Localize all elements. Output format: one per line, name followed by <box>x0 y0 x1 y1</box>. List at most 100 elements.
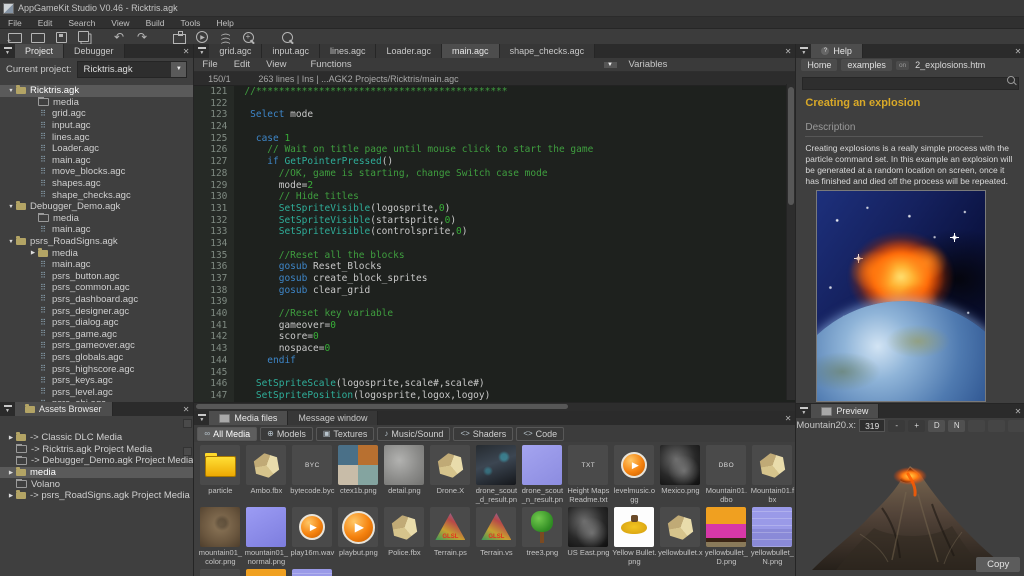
media-item-terrain-ps[interactable]: Terrain.ps <box>427 504 473 566</box>
tree-item-shapes-agc[interactable]: shapes.agc <box>0 178 193 190</box>
preview-d-button[interactable]: D <box>928 420 945 432</box>
search-icon[interactable] <box>277 30 297 45</box>
media-item-mexico-png[interactable]: Mexico.png <box>657 442 703 504</box>
debug-zoom-icon[interactable] <box>238 30 258 45</box>
close-icon[interactable]: ✕ <box>1015 404 1022 418</box>
preview-value[interactable]: 319 <box>859 419 885 432</box>
breadcrumb-home[interactable]: Home <box>801 59 837 71</box>
tree-item-psrs-globals-agc[interactable]: psrs_globals.agc <box>0 352 193 364</box>
media-item[interactable] <box>197 566 243 576</box>
assets-item-classic-dlc-media[interactable]: ▶-> Classic DLC Media <box>0 432 193 444</box>
preview-ghost-button[interactable]: □ <box>968 420 985 432</box>
media-item-terrain-vs[interactable]: Terrain.vs <box>473 504 519 566</box>
media-item-yellow-bullet-png[interactable]: Yellow Bullet.png <box>611 504 657 566</box>
compile-icon[interactable] <box>169 30 189 45</box>
tree-item-media[interactable]: ▶media <box>0 247 193 259</box>
breadcrumb-2-explosions-htm[interactable]: 2_explosions.htm <box>913 59 987 71</box>
close-icon[interactable]: ✕ <box>785 44 792 58</box>
assets-item-ricktris-agk-project-media[interactable]: -> Ricktris.agk Project Media <box>0 444 193 456</box>
tree-item-psrs-designer-agc[interactable]: psrs_designer.agc <box>0 305 193 317</box>
scrollbar-thumb[interactable] <box>788 87 794 205</box>
close-icon[interactable]: ✕ <box>785 411 792 425</box>
panel-menu-icon[interactable] <box>796 44 811 58</box>
menu-build[interactable]: Build <box>138 18 173 28</box>
tree-item-media[interactable]: media <box>0 213 193 225</box>
close-icon[interactable]: ✕ <box>1015 44 1022 58</box>
editor-menu-view[interactable]: View <box>258 59 294 70</box>
new-project-icon[interactable] <box>5 30 25 45</box>
open-project-icon[interactable] <box>28 30 48 45</box>
expander-icon[interactable]: ▼ <box>6 88 16 94</box>
assets-item-volano[interactable]: Volano <box>0 478 193 490</box>
panel-menu-icon[interactable] <box>796 404 811 418</box>
expander-icon[interactable]: ▶ <box>28 250 38 256</box>
media-item-yellowbullet-x[interactable]: yellowbullet.x <box>657 504 703 566</box>
tab-media-files[interactable]: Media files <box>209 411 288 425</box>
tab-help[interactable]: Help <box>811 44 863 58</box>
tree-item-psrs-game-agc[interactable]: psrs_game.agc <box>0 328 193 340</box>
save-all-icon[interactable] <box>74 30 94 45</box>
preview--button[interactable]: - <box>888 420 905 432</box>
expander-icon[interactable]: ▼ <box>6 239 16 245</box>
menu-tools[interactable]: Tools <box>172 18 208 28</box>
assets-item-psrs-roadsigns-agk-project-media[interactable]: ▶-> psrs_RoadSigns.agk Project Media <box>0 490 193 502</box>
media-item-detail-png[interactable]: detail.png <box>381 442 427 504</box>
tree-item-psrs-dashboard-agc[interactable]: psrs_dashboard.agc <box>0 294 193 306</box>
scrollbar-thumb[interactable] <box>196 404 568 409</box>
close-icon[interactable]: ✕ <box>183 402 190 416</box>
current-project-dropdown[interactable]: Ricktris.agk ▼ <box>77 61 187 78</box>
tree-item-psrs-button-agc[interactable]: psrs_button.agc <box>0 271 193 283</box>
run-icon[interactable] <box>192 30 212 45</box>
tree-item-ricktris-agk[interactable]: ▼Ricktris.agk <box>0 85 193 97</box>
media-item-levelmusic-ogg[interactable]: levelmusic.ogg <box>611 442 657 504</box>
media-item-drone-scout-n-result-png[interactable]: drone_scout_n_result.png <box>519 442 565 504</box>
preview-n-button[interactable]: N <box>948 420 965 432</box>
tab-message-window[interactable]: Message window <box>288 411 378 425</box>
media-item[interactable] <box>243 566 289 576</box>
media-item-ctex1b-png[interactable]: ctex1b.png <box>335 442 381 504</box>
tree-item-debugger-demo-agk[interactable]: ▼Debugger_Demo.agk <box>0 201 193 213</box>
redo-icon[interactable]: ↷ <box>132 30 152 45</box>
expander-icon[interactable]: ▶ <box>6 470 16 476</box>
scroll-down-button[interactable] <box>183 447 192 456</box>
expander-icon[interactable]: ▶ <box>6 493 16 499</box>
media-item-ambo-fbx[interactable]: Ambo.fbx <box>243 442 289 504</box>
preview-ghost-button[interactable]: □ <box>1008 420 1024 432</box>
tree-item-loader-agc[interactable]: Loader.agc <box>0 143 193 155</box>
media-item-tree3-png[interactable]: tree3.png <box>519 504 565 566</box>
media-item-particle[interactable]: particle <box>197 442 243 504</box>
media-item-police-fbx[interactable]: Police.fbx <box>381 504 427 566</box>
tab-preview[interactable]: Preview <box>811 404 879 418</box>
variables-combo[interactable]: Variables <box>623 58 796 71</box>
menu-help[interactable]: Help <box>208 18 241 28</box>
media-item-mountain01-fbx[interactable]: Mountain01.fbx <box>749 442 795 504</box>
code-editor[interactable]: 1211221231241251261271281291301311321331… <box>194 86 795 402</box>
chevron-down-icon[interactable]: ▼ <box>171 62 186 77</box>
menu-edit[interactable]: Edit <box>30 18 61 28</box>
tree-item-psrs-highscore-agc[interactable]: psrs_highscore.agc <box>0 363 193 375</box>
editor-tab-shape-checks-agc[interactable]: shape_checks.agc <box>500 44 596 58</box>
menu-view[interactable]: View <box>103 18 137 28</box>
media-item[interactable] <box>289 566 335 576</box>
media-item-mountain01-color-png[interactable]: mountain01_color.png <box>197 504 243 566</box>
editor-tab-loader-agc[interactable]: Loader.agc <box>376 44 442 58</box>
tree-item-main-agc[interactable]: main.agc <box>0 155 193 167</box>
filter-models[interactable]: ⊕Models <box>260 427 313 441</box>
tree-item-main-agc[interactable]: main.agc <box>0 224 193 236</box>
tree-item-move-blocks-agc[interactable]: move_blocks.agc <box>0 166 193 178</box>
panel-menu-icon[interactable] <box>194 44 209 58</box>
filter-music-sound[interactable]: ♪Music/Sound <box>377 427 450 441</box>
close-icon[interactable]: ✕ <box>183 44 190 58</box>
editor-tab-main-agc[interactable]: main.agc <box>442 44 500 58</box>
media-item-play16m-wav[interactable]: play16m.wav <box>289 504 335 566</box>
filter-shaders[interactable]: <>Shaders <box>453 427 513 441</box>
chevron-down-icon[interactable]: ▼ <box>604 62 617 68</box>
filter-all-media[interactable]: ∞All Media <box>197 427 257 441</box>
panel-menu-icon[interactable] <box>194 411 209 425</box>
editor-menu-edit[interactable]: Edit <box>226 59 258 70</box>
tree-item-input-agc[interactable]: input.agc <box>0 120 193 132</box>
media-item-us-east-png[interactable]: US East.png <box>565 504 611 566</box>
preview-ghost-button[interactable]: □ <box>988 420 1005 432</box>
broadcast-icon[interactable] <box>215 30 235 45</box>
tree-item-psrs-roadsigns-agk[interactable]: ▼psrs_RoadSigns.agk <box>0 236 193 248</box>
